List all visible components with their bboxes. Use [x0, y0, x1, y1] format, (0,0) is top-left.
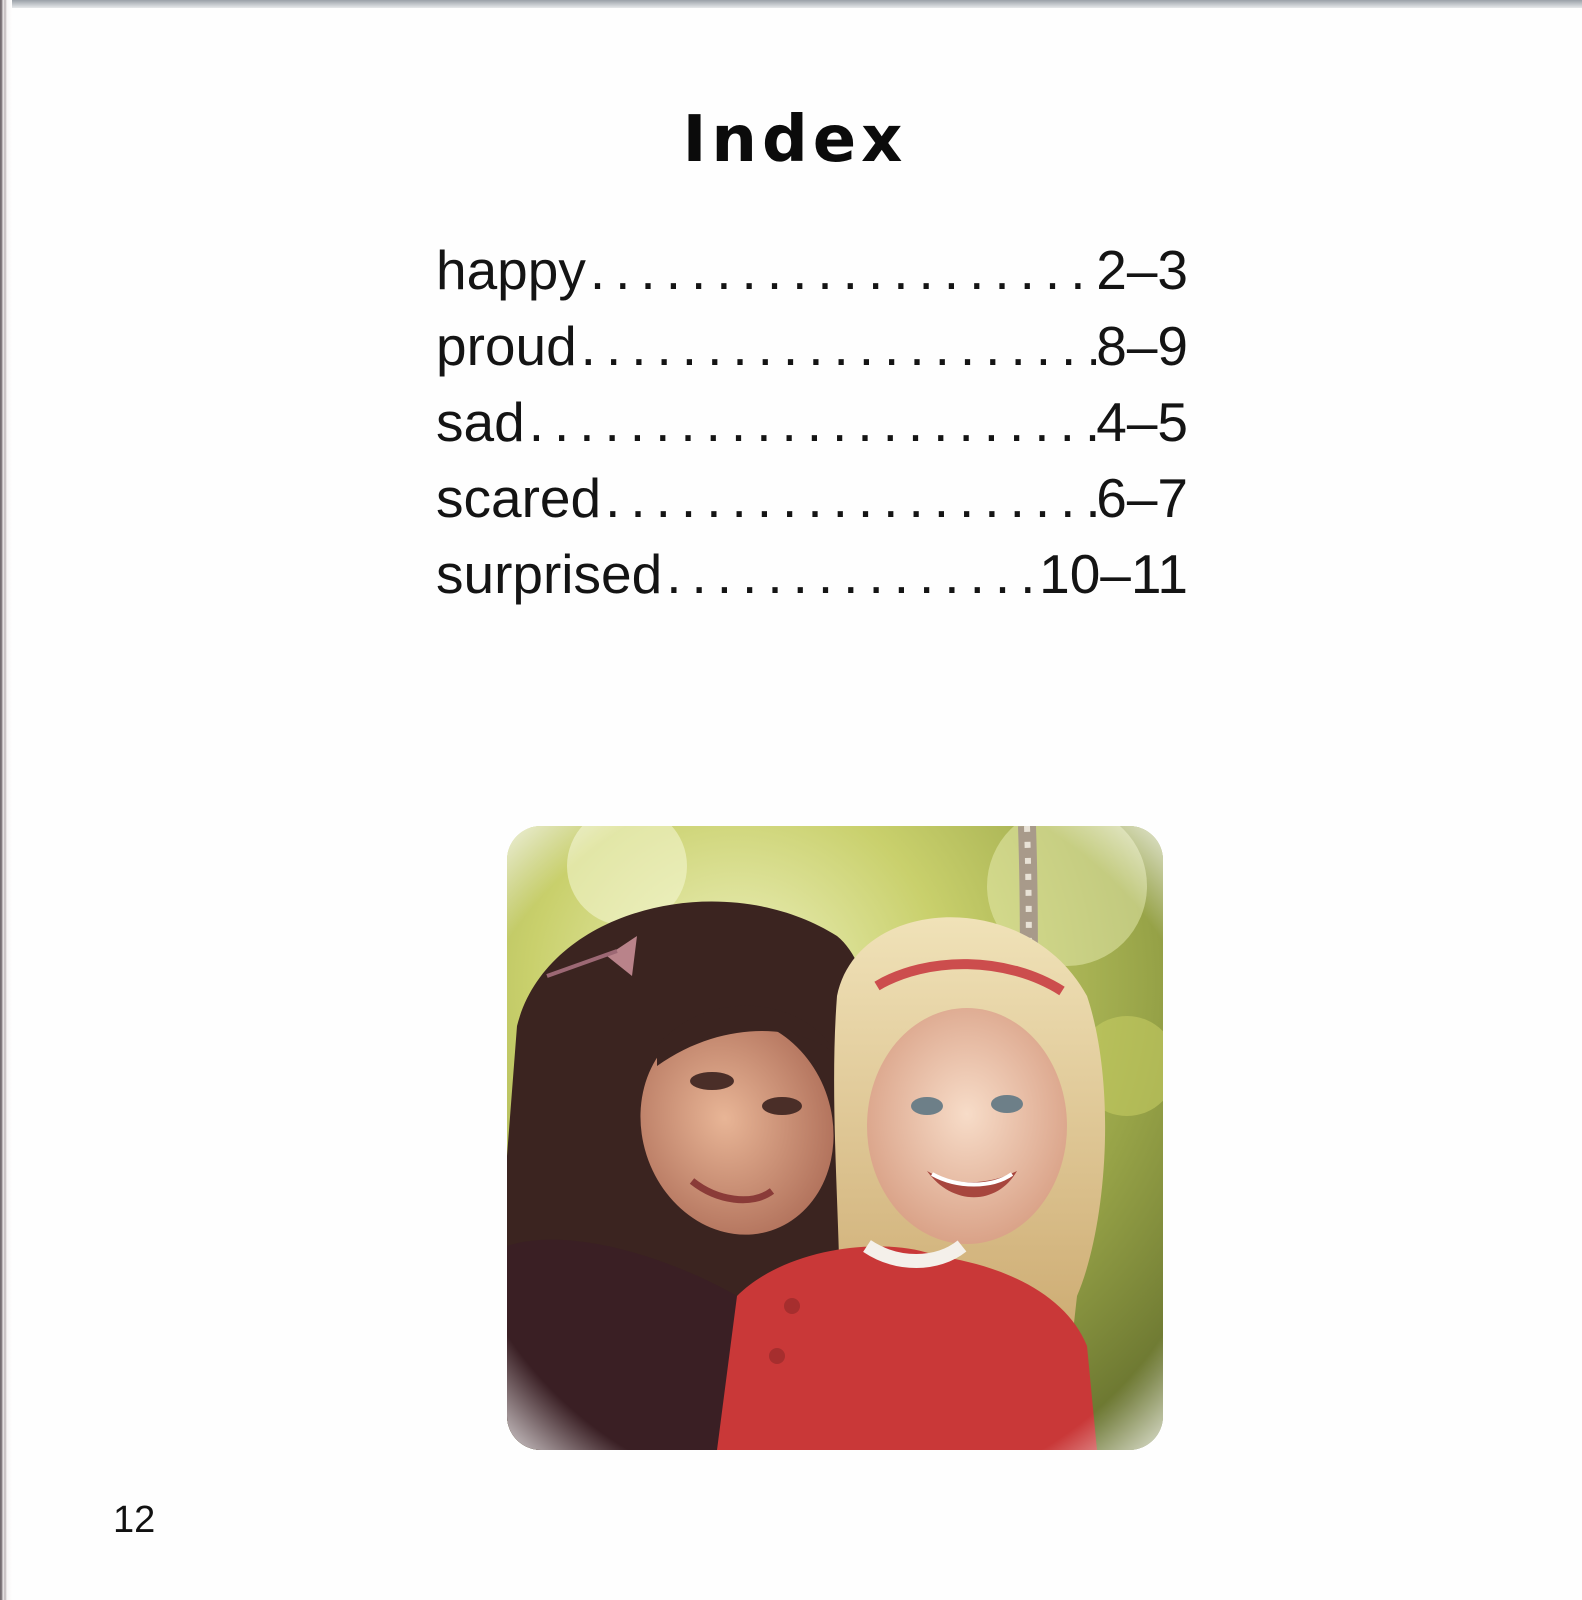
index-pages: 6–7	[1096, 467, 1188, 529]
index-entry: surprised ..............................…	[436, 536, 1188, 612]
index-entry: happy ..................................…	[436, 232, 1188, 308]
dot-leader: ........................................	[580, 315, 1097, 377]
index-list: happy ..................................…	[436, 232, 1188, 612]
index-entry: scared .................................…	[436, 460, 1188, 536]
dot-leader: ........................................	[666, 543, 1040, 605]
photo-illustration	[507, 826, 1163, 1450]
index-pages: 4–5	[1096, 391, 1188, 453]
dot-leader: ........................................	[605, 467, 1097, 529]
index-term: surprised	[436, 543, 663, 605]
index-entry: sad ....................................…	[436, 384, 1188, 460]
index-term: proud	[436, 315, 577, 377]
index-term: happy	[436, 239, 586, 301]
index-pages: 10–11	[1039, 543, 1188, 605]
page-number: 12	[113, 1499, 156, 1541]
index-term: sad	[436, 391, 525, 453]
index-pages: 8–9	[1096, 315, 1188, 377]
dot-leader: ........................................	[528, 391, 1097, 453]
index-entry: proud ..................................…	[436, 308, 1188, 384]
book-spine	[0, 0, 12, 1600]
page-top-edge	[0, 0, 1582, 8]
dot-leader: ........................................	[589, 239, 1096, 301]
index-pages: 2–3	[1096, 239, 1188, 301]
index-title: Index	[682, 103, 908, 177]
book-page: Index happy ............................…	[0, 0, 1582, 1600]
index-term: scared	[436, 467, 602, 529]
photo-two-girls	[507, 826, 1163, 1450]
